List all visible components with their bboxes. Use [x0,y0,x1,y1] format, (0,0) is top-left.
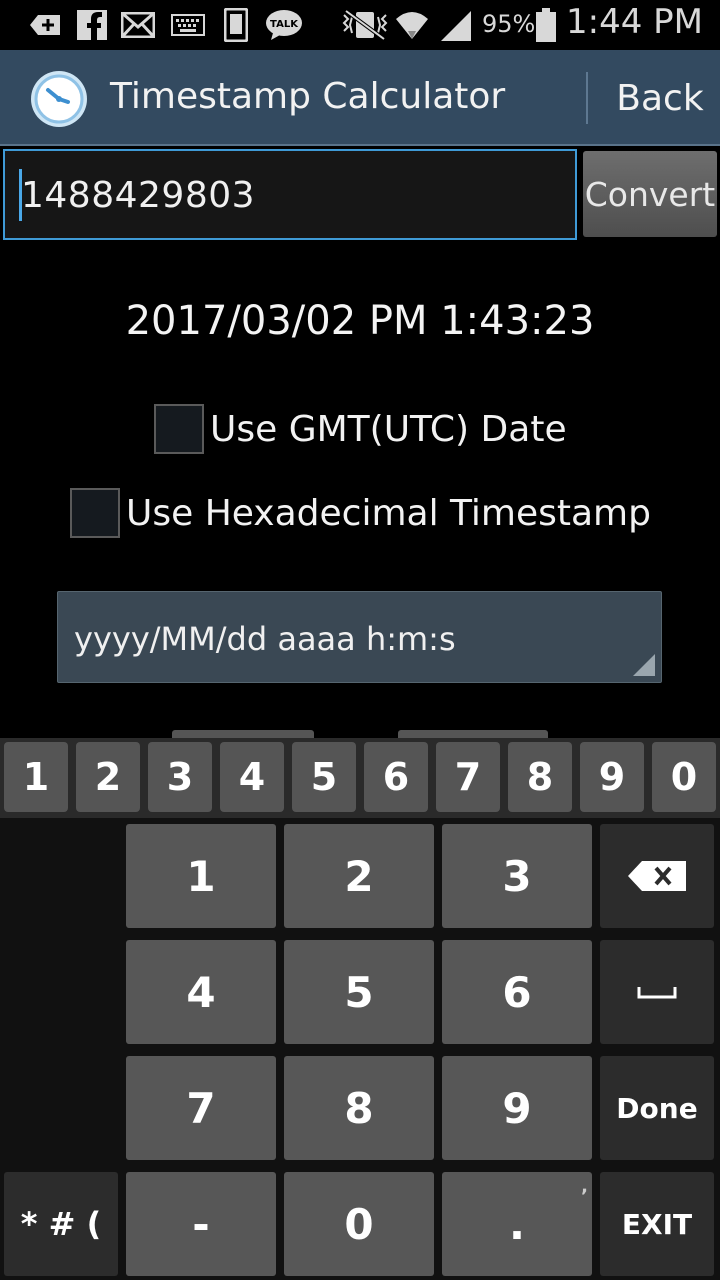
timestamp-input[interactable]: 1488429803 [3,149,577,240]
key-6[interactable]: 6 [442,940,592,1044]
battery-icon [534,8,558,42]
timestamp-input-value: 1488429803 [21,175,256,216]
mail-icon [120,8,156,42]
status-bar: TALK 95% 1:44 PM [0,0,720,50]
space-key[interactable] [600,940,714,1044]
key-5[interactable]: 5 [284,940,434,1044]
gmt-checkbox[interactable] [154,404,204,454]
app-title: Timestamp Calculator [110,76,506,117]
key-row-5[interactable]: 5 [292,742,356,812]
key-0[interactable]: 0 [284,1172,434,1276]
key-9[interactable]: 9 [442,1056,592,1160]
keyboard-number-row: 1 2 3 4 5 6 7 8 9 0 [0,738,720,818]
key-row-1[interactable]: 1 [4,742,68,812]
hex-checkbox[interactable] [70,488,120,538]
facebook-icon [76,8,108,42]
wifi-icon [394,8,430,42]
key-row-3[interactable]: 3 [148,742,212,812]
key-row-6[interactable]: 6 [364,742,428,812]
battery-percent: 95% [482,10,536,38]
key-minus[interactable]: - [126,1172,276,1276]
key-dot[interactable]: . , [442,1172,592,1276]
vibrate-icon [340,8,390,42]
key-2[interactable]: 2 [284,824,434,928]
key-row-0[interactable]: 0 [652,742,716,812]
hex-option[interactable]: Use Hexadecimal Timestamp [70,487,651,539]
clock-icon [30,70,88,128]
format-spinner[interactable]: yyyy/MM/dd aaaa h:m:s [57,591,662,683]
key-row-4[interactable]: 4 [220,742,284,812]
key-dot-label: . [509,1199,525,1249]
back-button[interactable]: Back [600,50,720,146]
numeric-keyboard: 1 2 3 4 5 6 7 8 9 0 1 2 3 4 5 6 7 8 9 Do… [0,738,720,1280]
signal-icon [438,8,474,42]
symbols-key[interactable]: * # ( [4,1172,118,1276]
keyboard-icon [170,8,206,42]
done-key[interactable]: Done [600,1056,714,1160]
key-1[interactable]: 1 [126,824,276,928]
key-8[interactable]: 8 [284,1056,434,1160]
space-icon [637,987,677,999]
svg-text:TALK: TALK [270,19,299,30]
key-3[interactable]: 3 [442,824,592,928]
action-bar: Timestamp Calculator Back [0,50,720,146]
plus-icon [28,8,62,42]
key-row-8[interactable]: 8 [508,742,572,812]
gmt-option[interactable]: Use GMT(UTC) Date [154,403,567,455]
format-selected: yyyy/MM/dd aaaa h:m:s [74,620,456,658]
status-clock: 1:44 PM [566,2,703,42]
convert-button[interactable]: Convert [583,151,717,237]
gmt-label: Use GMT(UTC) Date [210,408,567,450]
phone-icon [222,8,250,42]
hex-label: Use Hexadecimal Timestamp [126,492,651,534]
key-row-2[interactable]: 2 [76,742,140,812]
key-row-9[interactable]: 9 [580,742,644,812]
action-bar-divider [586,72,588,124]
key-7[interactable]: 7 [126,1056,276,1160]
key-4[interactable]: 4 [126,940,276,1044]
spinner-arrow-icon [633,654,655,676]
talk-icon: TALK [264,8,304,42]
backspace-icon [628,861,686,891]
key-dot-hint: , [581,1176,588,1197]
exit-key[interactable]: EXIT [600,1172,714,1276]
backspace-key[interactable] [600,824,714,928]
key-row-7[interactable]: 7 [436,742,500,812]
converted-date: 2017/03/02 PM 1:43:23 [125,298,595,344]
